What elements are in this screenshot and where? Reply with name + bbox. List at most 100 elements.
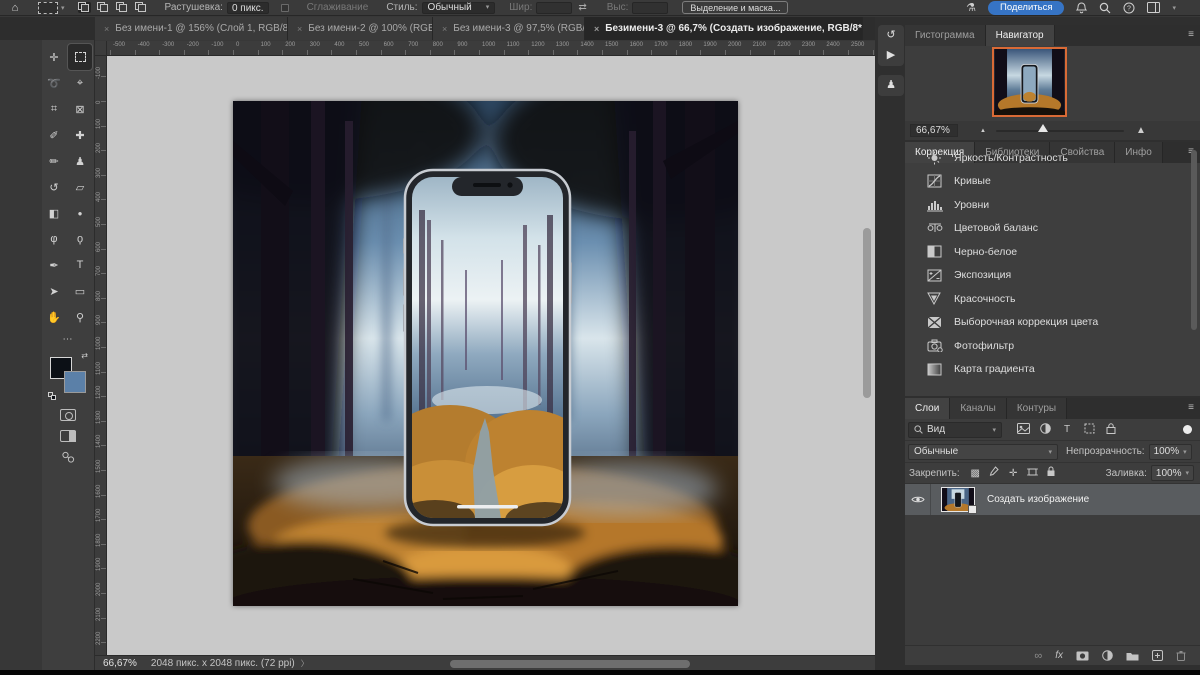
share-button[interactable]: Поделиться <box>988 1 1064 15</box>
history-brush-tool[interactable]: ↺ <box>42 174 66 200</box>
workspace-chevron-icon[interactable]: ▾ <box>1172 4 1176 12</box>
vertical-scrollbar[interactable] <box>863 228 871 398</box>
zoom-in-icon[interactable]: ▲ <box>1136 125 1146 136</box>
history-panel-icon[interactable]: ↺ <box>886 30 895 41</box>
background-color-swatch[interactable] <box>64 371 86 393</box>
beta-flask-icon[interactable]: ⚗ <box>966 1 976 14</box>
layer-row-selected[interactable]: Создать изображение <box>905 484 1200 515</box>
panel-menu-icon[interactable]: ≡ <box>1188 29 1194 40</box>
new-adjustment-layer-icon[interactable] <box>1102 650 1113 661</box>
hand-tool[interactable]: ✋ <box>42 304 66 330</box>
dodge-tool[interactable]: φ <box>42 226 66 252</box>
feather-input[interactable]: 0 пикс. <box>227 2 269 14</box>
lock-transparency-icon[interactable]: ▩ <box>966 468 985 479</box>
horizontal-ruler[interactable]: -500-400-300-200-10001002003004005006007… <box>107 41 875 56</box>
layer-thumbnail[interactable] <box>941 487 975 512</box>
opacity-value[interactable]: 100% <box>1149 444 1192 460</box>
width-input[interactable] <box>536 2 572 14</box>
brush-tool[interactable]: ✏ <box>42 148 66 174</box>
close-icon[interactable]: × <box>104 24 109 34</box>
add-layer-mask-icon[interactable] <box>1076 651 1089 661</box>
tab-channels[interactable]: Каналы <box>950 398 1007 419</box>
lock-artboard-icon[interactable] <box>1023 467 1042 480</box>
zoom-tool[interactable]: ⚲ <box>68 304 92 330</box>
layer-filter-select[interactable]: Вид <box>908 422 1002 438</box>
move-tool[interactable]: ✛ <box>42 44 66 70</box>
eraser-tool[interactable]: ▱ <box>68 174 92 200</box>
shape-tool[interactable]: ▭ <box>68 278 92 304</box>
lasso-tool[interactable]: ➰ <box>42 70 66 96</box>
adjustment-color-balance[interactable]: Цветовой баланс <box>905 217 1200 240</box>
lock-all-icon[interactable] <box>1042 466 1061 480</box>
new-layer-icon[interactable] <box>1152 650 1163 661</box>
layer-visibility-eye-icon[interactable] <box>905 484 931 515</box>
canvas-image-forest-phone[interactable] <box>233 101 738 606</box>
clone-stamp-tool[interactable]: ♟ <box>68 148 92 174</box>
filter-pixel-layers-icon[interactable] <box>1012 423 1034 437</box>
tab-navigator[interactable]: Навигатор <box>986 25 1055 46</box>
tab-layers[interactable]: Слои <box>905 398 950 419</box>
new-group-folder-icon[interactable] <box>1126 651 1139 661</box>
adjustment-gradient-map[interactable]: Карта градиента <box>905 358 1200 381</box>
home-icon[interactable]: ⌂ <box>0 2 30 14</box>
horizontal-scrollbar[interactable] <box>450 660 690 668</box>
healing-brush-tool[interactable]: ✚ <box>68 122 92 148</box>
adjustment-levels[interactable]: Уровни <box>905 193 1200 216</box>
swap-colors-icon[interactable]: ⇄ <box>81 351 88 360</box>
delete-layer-trash-icon[interactable] <box>1176 650 1186 661</box>
add-to-selection-mode-button[interactable] <box>97 2 110 13</box>
height-input[interactable] <box>632 2 668 14</box>
filter-adjustment-layers-icon[interactable] <box>1034 423 1056 437</box>
frame-tool[interactable]: ⊠ <box>68 96 92 122</box>
navigator-thumbnail[interactable] <box>994 49 1065 115</box>
notifications-bell-icon[interactable] <box>1076 2 1087 14</box>
ruler-corner[interactable] <box>95 41 107 56</box>
adjustment-selective-color[interactable]: Выборочная коррекция цвета <box>905 311 1200 334</box>
adjustment-exposure[interactable]: Экспозиция <box>905 264 1200 287</box>
vertical-ruler[interactable]: -100010020030040050060070080090010001100… <box>95 56 107 655</box>
select-and-mask-button[interactable]: Выделение и маска... <box>682 1 788 14</box>
active-tool-icon[interactable] <box>38 2 58 14</box>
rectangular-marquee-tool[interactable] <box>68 44 92 70</box>
lock-paint-icon[interactable] <box>985 466 1004 480</box>
document-tab-1[interactable]: ×Без имени-1 @ 156% (Слой 1, RGB/8... <box>95 17 288 40</box>
tab-paths[interactable]: Контуры <box>1007 398 1067 419</box>
filter-type-layers-icon[interactable]: T <box>1056 424 1078 435</box>
edit-toolbar-ellipsis-icon[interactable]: ⋯ <box>42 330 94 349</box>
adjustments-scrollbar[interactable] <box>1191 163 1197 330</box>
blend-mode-select[interactable]: Обычные <box>908 444 1058 460</box>
document-tab-3[interactable]: ×Без имени-3 @ 97,5% (RGB/8*... <box>433 17 585 40</box>
new-selection-mode-button[interactable] <box>78 2 91 13</box>
subtract-from-selection-mode-button[interactable] <box>116 2 129 13</box>
panel-menu-icon[interactable]: ≡ <box>1188 402 1194 413</box>
link-layers-icon[interactable]: ∞ <box>1034 650 1042 662</box>
navigator-zoom-field[interactable]: 66,67% <box>910 124 958 137</box>
adjustment-brightness-contrast[interactable]: Яркость/Контрастность <box>905 163 1200 169</box>
close-icon[interactable]: × <box>297 24 302 34</box>
tool-preset-chevron-icon[interactable]: ▾ <box>61 4 65 12</box>
crop-tool[interactable]: ⌗ <box>42 96 66 122</box>
three-d-icon[interactable] <box>61 451 76 464</box>
layer-style-fx-icon[interactable]: fx <box>1055 650 1063 661</box>
adjustment-curves[interactable]: Кривые <box>905 170 1200 193</box>
adjustment-photo-filter[interactable]: Фотофильтр <box>905 334 1200 357</box>
workspace-icon[interactable] <box>1147 2 1160 13</box>
gradient-tool[interactable]: ◧ <box>42 200 66 226</box>
status-chevron-icon[interactable]: 〉 <box>301 658 309 669</box>
fill-value[interactable]: 100% <box>1151 465 1194 481</box>
tab-histogram[interactable]: Гистограмма <box>905 25 986 46</box>
path-selection-tool[interactable]: ➤ <box>42 278 66 304</box>
canvas-pasteboard[interactable] <box>107 56 875 655</box>
swap-dimensions-icon[interactable]: ⇄ <box>578 2 586 13</box>
close-icon[interactable]: × <box>442 24 447 34</box>
adjustment-vibrance[interactable]: Красочность <box>905 287 1200 310</box>
layer-filter-toggle[interactable] <box>1183 425 1192 434</box>
antialias-checkbox[interactable] <box>281 4 289 12</box>
close-icon[interactable]: × <box>594 24 599 34</box>
navigator-zoom-slider[interactable] <box>996 130 1124 132</box>
blur-tool[interactable]: ● <box>68 200 92 226</box>
clone-source-panel-icon[interactable]: ♟ <box>886 80 896 91</box>
burn-tool[interactable]: ϙ <box>68 226 92 252</box>
filter-shape-layers-icon[interactable] <box>1078 423 1100 437</box>
lock-position-icon[interactable]: ✛ <box>1004 468 1023 479</box>
